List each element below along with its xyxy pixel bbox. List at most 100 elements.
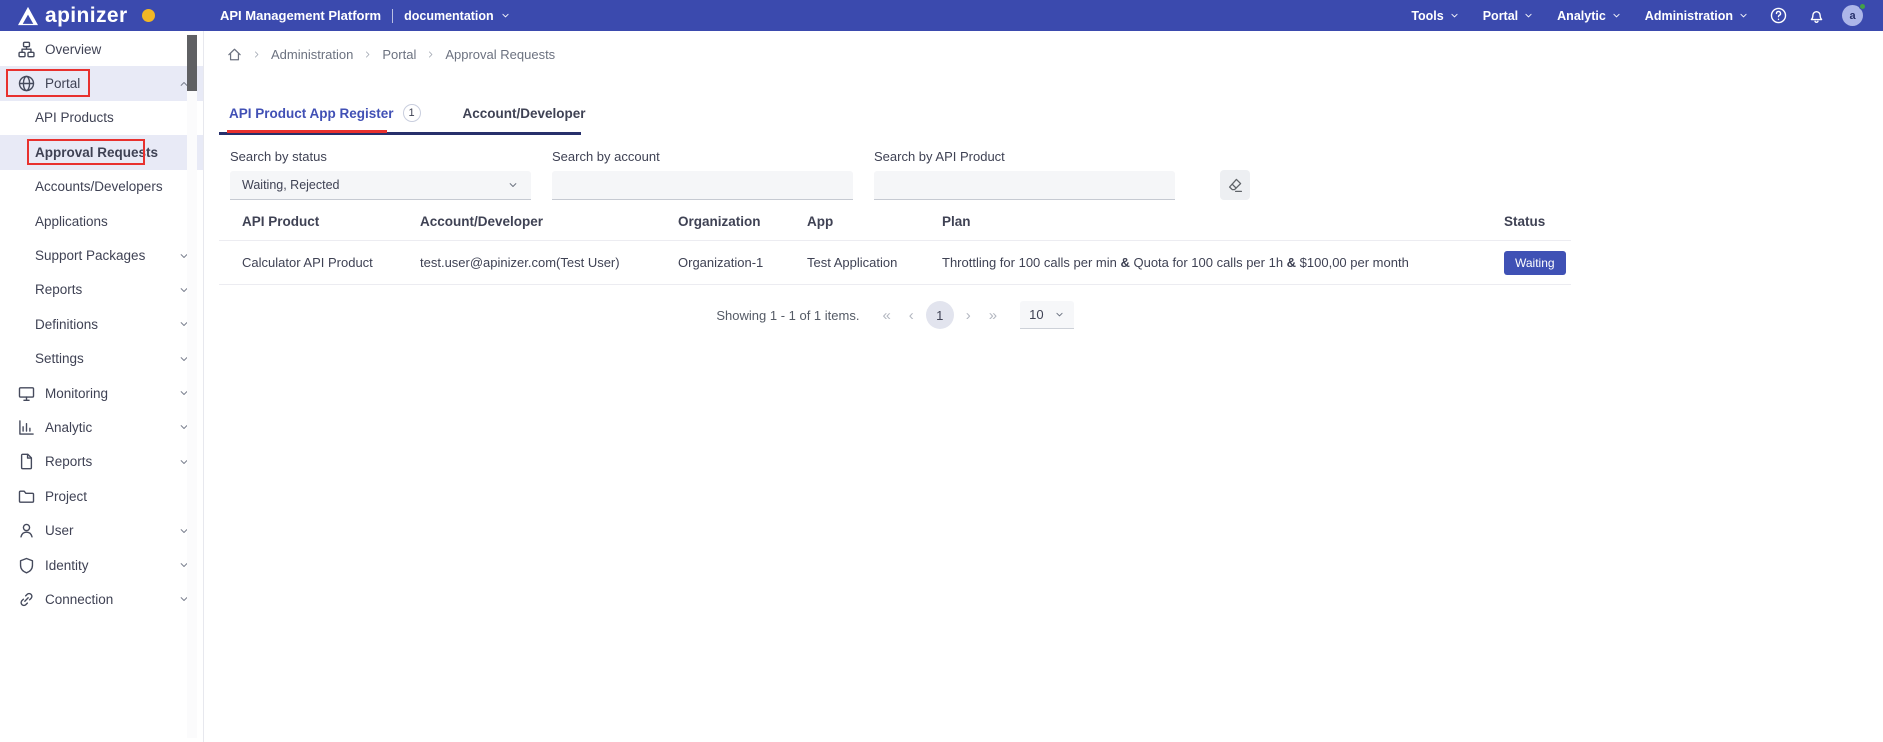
topbar-menu-administration[interactable]: Administration [1645,9,1749,23]
content-area: API Product App Register 1 Account/Devel… [205,91,1571,335]
sidebar-scrollbar-thumb[interactable] [187,35,197,91]
logo[interactable]: apinizer [0,5,205,26]
sidebar-item-identity[interactable]: Identity [0,548,203,582]
cell-api-product: Calculator API Product [242,255,420,270]
shield-icon [18,557,35,574]
product-filter-input[interactable] [874,171,1175,200]
topbar-menu-tools[interactable]: Tools [1411,9,1459,23]
home-icon[interactable] [227,47,242,62]
breadcrumb-approval-requests[interactable]: Approval Requests [445,47,555,62]
tab-label: API Product App Register [229,106,394,121]
chevron-down-icon [1523,10,1534,21]
column-header-plan: Plan [942,214,1504,229]
tab-bar: API Product App Register 1 Account/Devel… [219,91,739,135]
logo-text: apinizer [45,5,128,26]
user-icon [18,522,35,539]
sidebar-item-connection[interactable]: Connection [0,582,203,616]
breadcrumb-portal[interactable]: Portal [382,47,416,62]
pagination-summary: Showing 1 - 1 of 1 items. [716,308,859,323]
environment-status-dot [142,9,155,22]
cell-plan: Throttling for 100 calls per min & Quota… [942,255,1504,270]
sidebar-item-settings[interactable]: Settings [0,342,203,376]
sidebar-item-api-products[interactable]: API Products [0,101,203,135]
sidebar-item-label: Identity [45,558,89,573]
table-row[interactable]: Calculator API Producttest.user@apinizer… [219,240,1571,285]
status-filter-value: Waiting, Rejected [242,178,340,192]
main-content: Administration Portal Approval Requests … [205,31,1883,742]
prev-page-button[interactable]: ‹ [900,308,923,323]
sitemap-icon [18,41,35,58]
sidebar-item-label: API Products [35,110,114,125]
approval-requests-table: API Product Account/Developer Organizati… [219,202,1571,285]
notifications-bell-icon[interactable] [1808,7,1825,24]
sidebar-item-label: Definitions [35,317,98,332]
account-filter-input[interactable] [552,171,853,200]
annotation-underline [227,130,387,133]
sidebar-item-label: Portal [45,76,80,91]
link-icon [18,591,35,608]
first-page-button[interactable]: « [873,308,899,323]
sidebar-item-label: Applications [35,214,108,229]
next-page-button[interactable]: › [957,308,980,323]
tab-label: Account/Developer [463,106,586,121]
column-header-status: Status [1504,214,1571,229]
breadcrumb: Administration Portal Approval Requests [205,31,1883,77]
sidebar-item-approval-requests[interactable]: Approval Requests [0,135,203,169]
project-selector-value: documentation [404,9,494,23]
clear-filters-button[interactable] [1220,170,1250,200]
sidebar-item-analytic[interactable]: Analytic [0,410,203,444]
user-avatar[interactable]: a [1842,5,1863,26]
tab-count-badge: 1 [403,104,421,122]
column-header-account-developer: Account/Developer [420,214,678,229]
account-filter-label: Search by account [552,150,853,163]
sidebar-item-label: Support Packages [35,248,145,263]
status-filter-select[interactable]: Waiting, Rejected [230,171,531,200]
help-icon[interactable] [1770,7,1787,24]
chevron-right-icon [252,50,261,59]
sidebar-item-overview[interactable]: Overview [0,32,203,66]
sidebar-item-label: Overview [45,42,101,57]
sidebar-item-label: Settings [35,351,84,366]
sidebar-item-reports[interactable]: Reports [0,273,203,307]
topbar-menu-label: Administration [1645,9,1733,23]
account-filter-group: Search by account [552,150,853,200]
divider [392,9,393,23]
page-1-button[interactable]: 1 [926,301,954,329]
sidebar-item-label: Reports [45,454,92,469]
sidebar-item-portal[interactable]: Portal [0,66,203,100]
chart-icon [18,419,35,436]
sidebar-item-support-packages[interactable]: Support Packages [0,238,203,272]
topbar-menu-portal[interactable]: Portal [1483,9,1534,23]
topbar-menus: Tools Portal Analytic Administration [1388,9,1749,23]
eraser-icon [1227,177,1243,193]
chevron-down-icon [1738,10,1749,21]
filter-bar: Search by status Waiting, Rejected Searc… [219,150,1571,200]
tab-account-developer[interactable]: Account/Developer [436,91,613,135]
sidebar-item-definitions[interactable]: Definitions [0,307,203,341]
column-header-api-product: API Product [242,214,420,229]
tab-api-product-app-register[interactable]: API Product App Register 1 [219,91,436,135]
sidebar-item-accounts-developers[interactable]: Accounts/Developers [0,170,203,204]
sidebar-scrollbar-track[interactable] [187,34,197,738]
sidebar-item-monitoring[interactable]: Monitoring [0,376,203,410]
topbar-menu-label: Portal [1483,9,1518,23]
topbar-menu-analytic[interactable]: Analytic [1557,9,1622,23]
online-status-dot [1859,3,1866,10]
project-selector[interactable]: documentation [404,9,511,23]
sidebar-item-label: Analytic [45,420,92,435]
sidebar-item-reports[interactable]: Reports [0,445,203,479]
sidebar-item-project[interactable]: Project [0,479,203,513]
product-filter-label: Search by API Product [874,150,1175,163]
last-page-button[interactable]: » [980,308,1006,323]
sidebar-item-label: Reports [35,282,82,297]
sidebar-item-user[interactable]: User [0,513,203,547]
page-size-select[interactable]: 10 [1020,301,1073,329]
avatar-letter: a [1849,10,1855,22]
cell-account-developer: test.user@apinizer.com(Test User) [420,255,678,270]
page-size-value: 10 [1029,307,1043,322]
chevron-right-icon [363,50,372,59]
sidebar-item-applications[interactable]: Applications [0,204,203,238]
breadcrumb-administration[interactable]: Administration [271,47,353,62]
sidebar-item-label: Approval Requests [35,145,158,160]
sidebar-item-label: Accounts/Developers [35,179,163,194]
